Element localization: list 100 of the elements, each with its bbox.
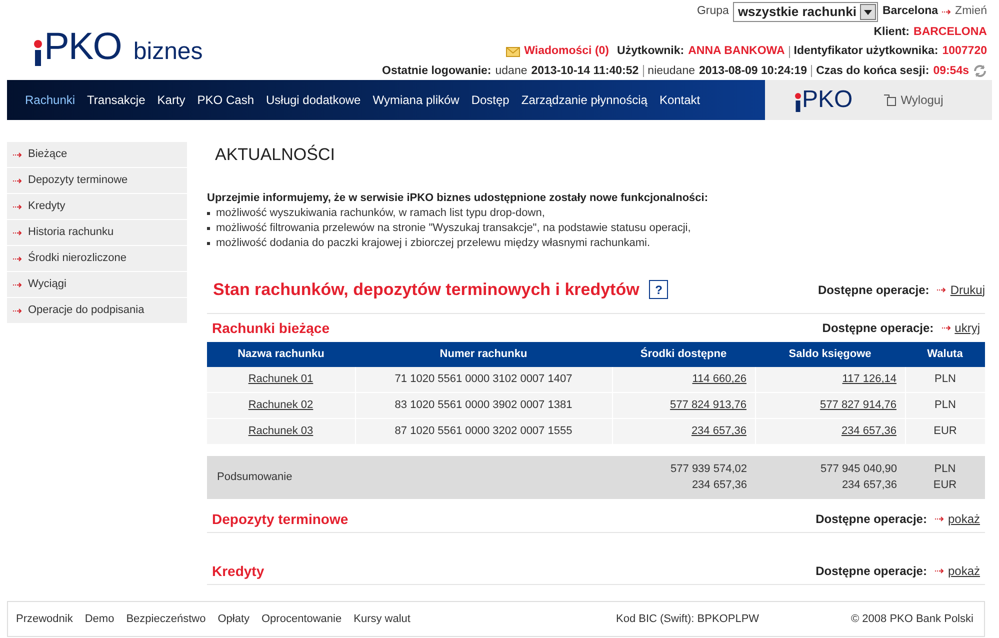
success-time: 2013-10-14 11:40:52 — [531, 64, 639, 78]
help-button[interactable]: ? — [649, 280, 668, 300]
column-header: Środki dostępne — [612, 342, 755, 366]
sidebar-item[interactable]: Środki nierozliczone — [7, 246, 187, 271]
balance-amount-link[interactable]: 577 827 914,76 — [820, 399, 896, 412]
news-intro: Uprzejmie informujemy, że w serwisie iPKO biznes udostępnione zostały nowe funkcjonalności: — [207, 190, 710, 206]
balance-amount-link[interactable]: 117 126,14 — [842, 373, 896, 385]
bullet-icon — [207, 212, 210, 215]
bullet-icon — [207, 227, 210, 230]
operation-link[interactable]: pokaż — [934, 510, 980, 528]
nav-tab[interactable]: PKO Cash — [191, 91, 260, 109]
available-amount-link[interactable]: 577 824 913,76 — [670, 399, 746, 412]
account-link[interactable]: Rachunek 01 — [248, 373, 314, 385]
account-link[interactable]: Rachunek 03 — [248, 425, 314, 438]
nav-tab[interactable]: Transakcje — [81, 91, 152, 109]
operation-link[interactable]: pokaż — [934, 562, 980, 580]
footer-link[interactable]: Przewodnik — [16, 610, 73, 628]
news-title: AKTUALNOŚCI — [214, 144, 336, 166]
currency-cell: EUR — [905, 418, 985, 444]
section-title: Rachunki bieżące — [212, 318, 330, 338]
footer-link[interactable]: Oprocentowanie — [262, 610, 342, 628]
arrow-icon — [13, 178, 22, 184]
news-item: możliwość wyszukiwania rachunków, w ramach list typu drop-down, — [216, 206, 545, 221]
arrow-icon — [942, 9, 952, 15]
sidebar-item[interactable]: Bieżące — [7, 142, 187, 167]
group-select[interactable]: wszystkie rachunki — [732, 2, 878, 22]
currency-cell: PLN — [905, 366, 985, 392]
nav-tab[interactable]: Zarządzanie płynnością — [515, 91, 654, 109]
summary-amount: 234 657,36 — [840, 478, 897, 493]
envelope-icon — [506, 46, 520, 57]
failed-time: 2013-08-09 10:24:19 — [699, 64, 808, 78]
arrow-icon — [13, 230, 22, 236]
user-label: Użytkownik: — [617, 44, 684, 60]
success-label: udane — [495, 64, 528, 78]
client-label: Klient: — [874, 25, 910, 40]
summary-label: Podsumowanie — [207, 456, 612, 498]
available-amount-link[interactable]: 114 660,26 — [692, 373, 746, 385]
dropdown-icon — [860, 4, 876, 20]
session-time: 09:54s — [933, 64, 969, 78]
overview-title: Stan rachunków, depozytów terminowych i kredytów — [213, 279, 640, 301]
refresh-icon[interactable] — [973, 64, 987, 78]
summary-amount: 234 657,36 — [690, 478, 747, 493]
user-name: ANNA BANKOWA — [688, 44, 785, 60]
footer-link[interactable]: Demo — [84, 610, 114, 628]
news-item: możliwość filtrowania przelewów na stronie "Wyszukaj transakcje", na podstawie statusu operacji, — [216, 221, 691, 236]
sidebar-item[interactable]: Operacje do podpisania — [7, 298, 187, 323]
nav-tab[interactable]: Wymiana plików — [366, 91, 466, 109]
messages-link[interactable]: Wiadomości (0) — [524, 43, 610, 60]
section-title: Depozyty terminowe — [212, 510, 348, 529]
arrow-icon — [13, 204, 22, 210]
footer-link[interactable]: Bezpieczeństwo — [126, 610, 206, 628]
operations-label: Dostępne operacje: — [816, 511, 927, 528]
nav-tab[interactable]: Usługi dodatkowe — [260, 91, 367, 109]
arrow-icon — [937, 286, 946, 293]
nav-tab[interactable]: Dostęp — [465, 91, 516, 109]
account-link[interactable]: Rachunek 02 — [248, 399, 314, 412]
bic-code: Kod BIC (Swift): BPKOPLPW — [616, 612, 760, 627]
nav-logo: PKO — [802, 88, 853, 112]
currency-cell: PLN — [905, 392, 985, 418]
change-link[interactable]: Zmień — [942, 3, 987, 21]
logo-mark-icon — [34, 40, 42, 66]
user-id-label: Identyfikator użytkownika: — [794, 44, 938, 60]
logo-brand: PKO — [44, 28, 122, 66]
logout-button[interactable]: Wyloguj — [882, 91, 944, 109]
nav-tab[interactable]: Rachunki — [19, 91, 82, 109]
copyright: © 2008 PKO Bank Polski — [851, 612, 974, 627]
logout-icon — [882, 94, 897, 106]
operations-label: Dostępne operacje: — [816, 563, 927, 580]
footer-link[interactable]: Kursy walut — [354, 610, 410, 628]
summary-amount: 577 939 574,02 — [670, 462, 747, 476]
arrow-icon — [934, 516, 944, 522]
arrow-icon — [13, 308, 22, 314]
section-title: Kredyty — [212, 562, 264, 581]
nav-tab[interactable]: Kontakt — [653, 91, 706, 109]
summary-currency: EUR — [932, 478, 958, 493]
operation-link[interactable]: Drukuj — [937, 280, 985, 299]
user-id: 1007720 — [942, 44, 987, 60]
column-header: Saldo księgowe — [755, 342, 905, 366]
logo-suffix: biznes — [133, 40, 203, 64]
sidebar-item[interactable]: Kredyty — [7, 194, 187, 219]
arrow-icon — [13, 152, 22, 158]
column-header: Nazwa rachunku — [207, 342, 355, 366]
operation-link[interactable]: ukryj — [942, 319, 980, 337]
available-amount-link[interactable]: 234 657,36 — [691, 425, 746, 438]
footer-link[interactable]: Opłaty — [218, 610, 250, 628]
news-item: możliwość dodania do paczki krajowej i zbiorczej przelewu między własnymi rachunkami. — [216, 236, 650, 251]
nav-tab[interactable]: Karty — [151, 91, 192, 109]
group-label: Grupa — [696, 4, 729, 20]
company-name: Barcelona — [882, 4, 938, 20]
column-header: Numer rachunku — [355, 342, 612, 366]
sidebar-item[interactable]: Depozyty terminowe — [7, 168, 187, 193]
balance-amount-link[interactable]: 234 657,36 — [841, 425, 896, 438]
sidebar-item[interactable]: Wyciągi — [7, 272, 187, 297]
logo-mark-icon — [795, 92, 801, 112]
failed-label: nieudane — [648, 64, 695, 78]
client-name: BARCELONA — [914, 25, 987, 40]
operations-label: Dostępne operacje: — [818, 282, 930, 299]
column-header: Waluta — [905, 342, 985, 366]
operations-label: Dostępne operacje: — [822, 320, 934, 337]
sidebar-item[interactable]: Historia rachunku — [7, 220, 187, 245]
